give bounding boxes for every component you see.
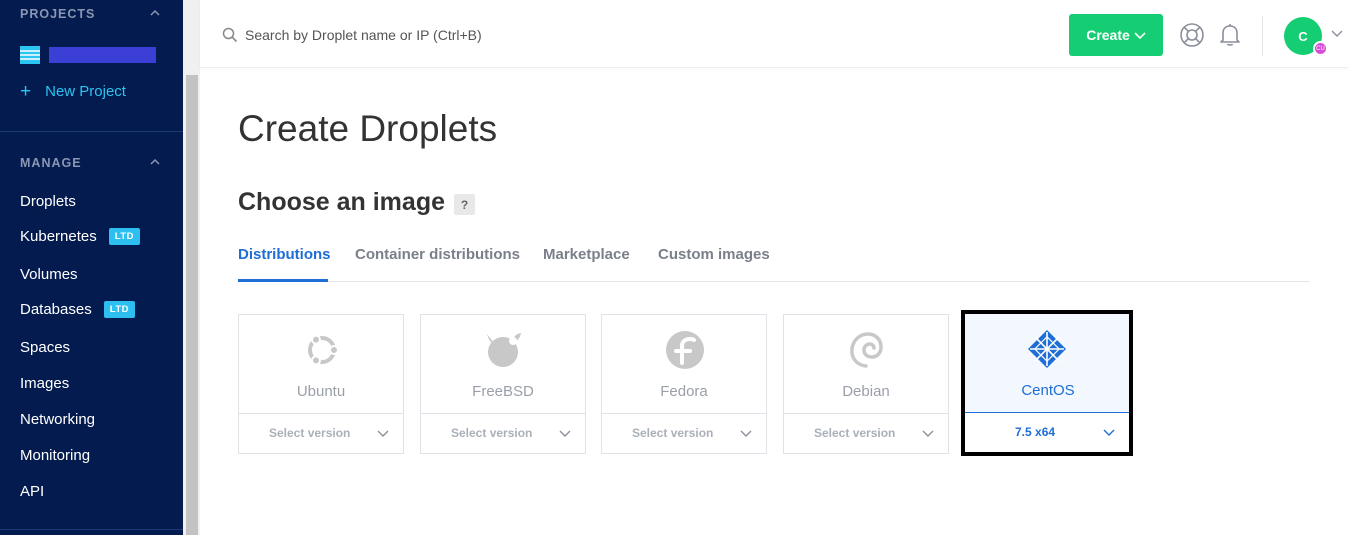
version-select-value: Select version xyxy=(814,426,896,440)
topbar-divider xyxy=(1262,16,1263,56)
sidebar-item-label: Droplets xyxy=(20,193,76,210)
sidebar-item-spaces[interactable]: Spaces xyxy=(20,339,70,356)
bell-icon[interactable] xyxy=(1217,21,1243,47)
tabs-divider xyxy=(238,281,1310,282)
image-card-freebsd[interactable]: FreeBSD Select version xyxy=(420,314,586,454)
sidebar-item-label: Databases xyxy=(20,301,92,318)
plus-icon: + xyxy=(20,81,32,102)
help-tooltip-button[interactable]: ? xyxy=(454,194,475,215)
image-name: FreeBSD xyxy=(472,383,534,400)
sidebar-item-networking[interactable]: Networking xyxy=(20,411,95,428)
image-name: Debian xyxy=(842,383,890,400)
sidebar-item-databases[interactable]: Databases LTD xyxy=(20,301,135,318)
sidebar-item-label: Volumes xyxy=(20,266,78,283)
section-title: Choose an image xyxy=(238,188,445,216)
image-name: Ubuntu xyxy=(296,383,346,400)
search-icon xyxy=(222,27,238,43)
tab-container-distributions[interactable]: Container distributions xyxy=(355,246,520,263)
sidebar-item-label: Networking xyxy=(20,411,96,428)
active-tab-indicator xyxy=(238,279,328,282)
fedora-icon xyxy=(666,331,704,369)
sidebar-divider xyxy=(0,529,183,530)
chevron-down-icon xyxy=(922,430,934,437)
chevron-down-icon xyxy=(740,430,752,437)
help-lifebuoy-icon[interactable] xyxy=(1179,22,1205,48)
sidebar-item-label: Images xyxy=(20,375,70,392)
chevron-down-icon xyxy=(559,430,571,437)
chevron-down-icon[interactable] xyxy=(1331,28,1343,38)
sidebar: PROJECTS + New Project MANAGE Droplets K… xyxy=(0,0,183,535)
version-select-value: Select version xyxy=(632,426,714,440)
chevron-up-icon[interactable] xyxy=(150,8,160,18)
image-card-debian[interactable]: Debian Select version xyxy=(783,314,949,454)
freebsd-icon xyxy=(487,333,521,367)
projects-section-title: PROJECTS xyxy=(20,7,96,21)
top-bar: Create C CU xyxy=(200,0,1348,68)
tab-marketplace[interactable]: Marketplace xyxy=(543,246,630,263)
image-name: Fedora xyxy=(660,383,708,400)
sidebar-item-kubernetes[interactable]: Kubernetes LTD xyxy=(20,228,140,245)
create-button-label: Create xyxy=(1086,27,1130,43)
tab-distributions[interactable]: Distributions xyxy=(238,246,331,263)
sidebar-divider xyxy=(0,131,183,132)
sidebar-item-label: Monitoring xyxy=(20,447,91,464)
scrollbar-thumb[interactable] xyxy=(186,75,198,535)
create-button[interactable]: Create xyxy=(1069,14,1163,56)
image-card-fedora[interactable]: Fedora Select version xyxy=(601,314,767,454)
chevron-down-icon xyxy=(377,430,389,437)
version-select[interactable]: Select version xyxy=(784,413,948,453)
sidebar-item-droplets[interactable]: Droplets xyxy=(20,193,76,210)
sidebar-item-label: Kubernetes xyxy=(20,228,97,245)
sidebar-item-volumes[interactable]: Volumes xyxy=(20,266,78,283)
ubuntu-icon xyxy=(308,334,339,366)
new-project-link[interactable]: + New Project xyxy=(20,81,126,102)
page-title: Create Droplets xyxy=(238,108,498,149)
version-select-value: Select version xyxy=(269,426,351,440)
sidebar-item-images[interactable]: Images xyxy=(20,375,69,392)
image-card-ubuntu[interactable]: Ubuntu Select version xyxy=(238,314,404,454)
search-input[interactable] xyxy=(245,23,665,47)
avatar-badge: CU xyxy=(1313,41,1328,56)
new-project-label: New Project xyxy=(45,83,126,100)
version-select-value: Select version xyxy=(451,426,533,440)
chevron-up-icon[interactable] xyxy=(150,157,160,167)
chevron-down-icon xyxy=(1134,31,1146,39)
tab-custom-images[interactable]: Custom images xyxy=(658,246,770,263)
project-name-redacted[interactable] xyxy=(49,47,156,63)
selection-highlight xyxy=(961,310,1133,456)
sidebar-item-api[interactable]: API xyxy=(20,483,44,500)
version-select[interactable]: Select version xyxy=(239,413,403,453)
sidebar-item-label: API xyxy=(20,483,45,500)
sidebar-item-label: Spaces xyxy=(20,339,71,356)
ltd-badge: LTD xyxy=(103,301,135,318)
version-select[interactable]: Select version xyxy=(602,413,766,453)
manage-section-title: MANAGE xyxy=(20,156,82,170)
version-select[interactable]: Select version xyxy=(421,413,585,453)
ltd-badge: LTD xyxy=(108,228,140,245)
project-icon xyxy=(20,46,40,64)
sidebar-item-monitoring[interactable]: Monitoring xyxy=(20,447,90,464)
debian-icon xyxy=(850,332,883,368)
